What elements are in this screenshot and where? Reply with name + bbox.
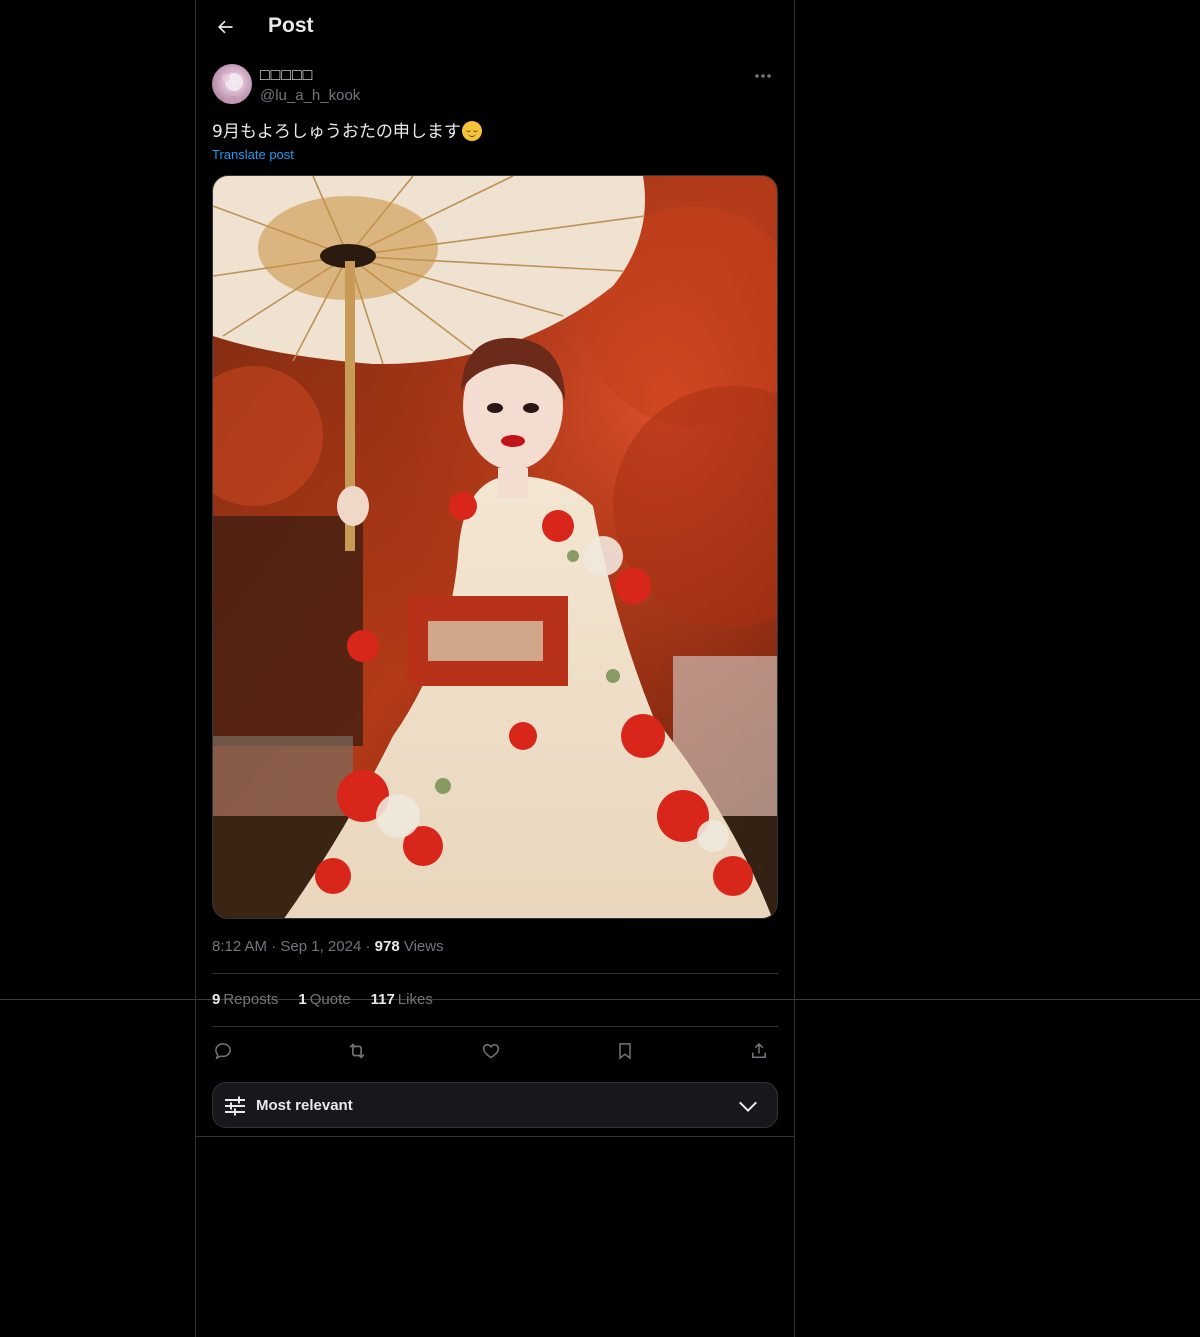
reply-icon [213,1041,233,1061]
quotes-count: 1 [298,991,307,1008]
like-button[interactable] [474,1034,508,1068]
post-author: □□□□□ @lu_a_h_kook [212,64,778,106]
arrow-left-icon [215,17,235,37]
post-text: 9月もよろしゅうおたの申します [212,120,482,144]
post-timestamp-row: 8:12 AM · Sep 1, 2024 · 978 Views [212,938,444,955]
views-label: Views [403,938,444,955]
reposts-count: 9 [212,991,221,1008]
views-count: 978 [374,938,400,955]
avatar[interactable] [212,64,252,104]
post-image[interactable] [212,175,778,919]
translate-post-link[interactable]: Translate post [212,147,294,162]
quotes-stat[interactable]: 1 Quote [298,991,350,1008]
share-icon [749,1041,769,1061]
post-date[interactable]: Sep 1, 2024 [280,938,361,955]
back-button[interactable] [208,10,242,44]
author-display-name[interactable]: □□□□□ [260,67,313,85]
reply-sort-dropdown[interactable]: Most relevant [212,1082,778,1128]
likes-count: 117 [370,991,395,1008]
separator: · [365,938,371,955]
repost-button[interactable] [340,1034,374,1068]
likes-label: Likes [397,991,433,1008]
bookmark-button[interactable] [608,1034,642,1068]
sort-label: Most relevant [256,1097,353,1114]
kimono-photo-illustration [213,176,777,918]
quotes-label: Quote [309,991,351,1008]
separator: · [271,938,277,955]
chevron-down-icon [737,1095,759,1117]
likes-stat[interactable]: 117 Likes [371,991,433,1008]
action-bar [212,1034,778,1068]
divider [196,1136,794,1137]
post-column: Post □□□□□ @lu_a_h_kook 9月もよろしゅうおたの申します … [195,0,795,1337]
engagement-stats: 9 Reposts 1 Quote 117 Likes [212,991,433,1008]
bookmark-icon [615,1041,635,1061]
post-text-content: 9月もよろしゅうおたの申します [212,122,461,142]
more-horizontal-icon [754,73,772,79]
more-options-button[interactable] [748,64,778,88]
sliders-icon [223,1094,247,1118]
repost-icon [346,1040,368,1062]
relieved-face-icon [461,121,482,141]
reply-button[interactable] [206,1034,240,1068]
divider [212,1026,778,1027]
page-title: Post [268,14,314,37]
divider [212,973,778,974]
page: Post □□□□□ @lu_a_h_kook 9月もよろしゅうおたの申します … [0,0,1200,1337]
reposts-label: Reposts [223,991,279,1008]
author-handle[interactable]: @lu_a_h_kook [260,87,360,104]
reposts-stat[interactable]: 9 Reposts [212,991,278,1008]
like-icon [481,1041,501,1061]
top-bar: Post [196,0,794,54]
post-time[interactable]: 8:12 AM [212,938,267,955]
share-button[interactable] [742,1034,776,1068]
